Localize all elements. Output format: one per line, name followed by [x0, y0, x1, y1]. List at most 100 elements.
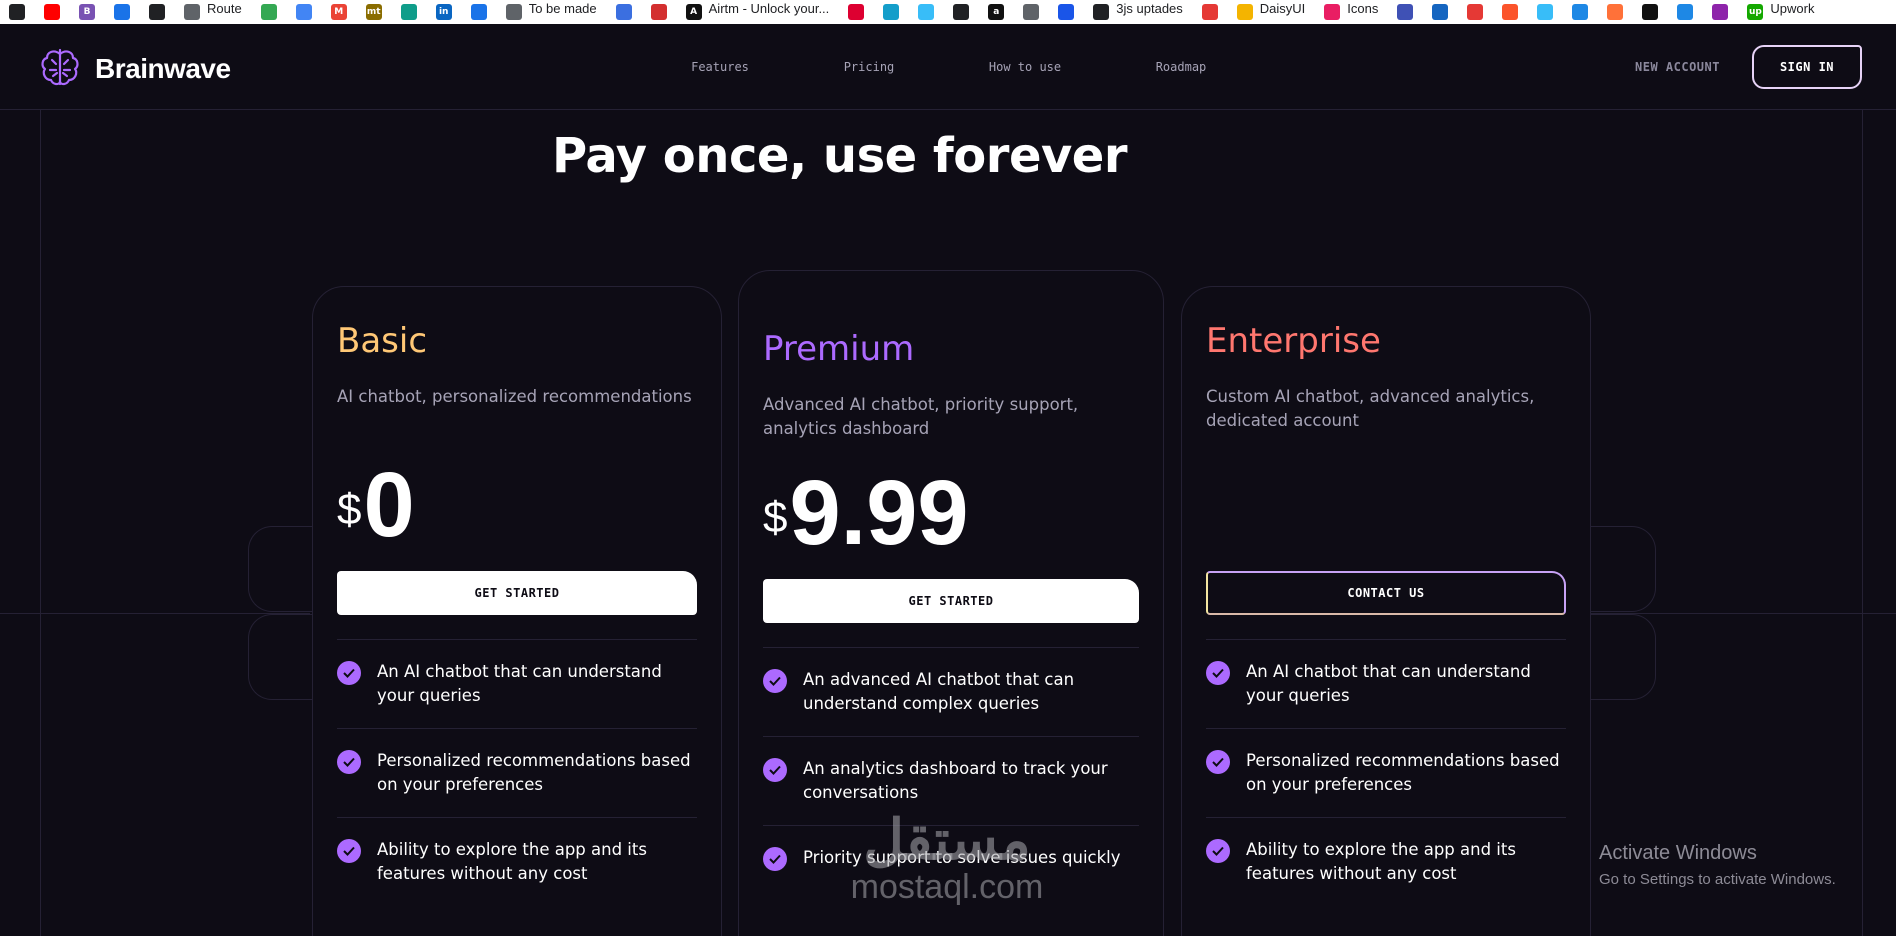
airtm-icon: A: [685, 4, 702, 20]
bulb-icon: [1236, 4, 1253, 20]
bookmark-item[interactable]: [462, 0, 497, 24]
purple-app-icon: [1712, 4, 1729, 20]
pricing-card-enterprise: Enterprise Custom AI chatbot, advanced a…: [1181, 286, 1591, 936]
feature-text: An advanced AI chatbot that can understa…: [803, 670, 1075, 713]
bookmark-item[interactable]: DaisyUI: [1228, 0, 1316, 24]
bookmark-item[interactable]: [909, 0, 944, 24]
check-icon: [1206, 661, 1230, 685]
bookmark-item[interactable]: in: [427, 0, 462, 24]
bookmark-item[interactable]: [1423, 0, 1458, 24]
get-started-button[interactable]: GET STARTED: [337, 571, 697, 615]
bookmark-item[interactable]: [35, 0, 70, 24]
bookmark-item[interactable]: 3js uptades: [1084, 0, 1193, 24]
tailwind-icon: [1537, 4, 1554, 20]
bookmark-item[interactable]: [1388, 0, 1423, 24]
feature-item: Ability to explore the app and its featu…: [1206, 817, 1566, 906]
app-icon: [615, 4, 632, 20]
nav-link-roadmap[interactable]: Roadmap: [1156, 60, 1207, 74]
get-started-button[interactable]: GET STARTED: [763, 579, 1139, 623]
contact-us-button[interactable]: CONTACT US: [1206, 571, 1566, 615]
folder-icon: [505, 4, 522, 20]
sparkle-icon: [295, 4, 312, 20]
nav-link-how-to-use[interactable]: How to use: [989, 60, 1061, 74]
bookmark-item[interactable]: [1014, 0, 1049, 24]
bookmark-item[interactable]: [1668, 0, 1703, 24]
plan-description: Custom AI chatbot, advanced analytics, d…: [1206, 387, 1535, 430]
feature-list: An AI chatbot that can understand your q…: [337, 639, 697, 906]
bookmark-item[interactable]: B: [70, 0, 105, 24]
plan-name: Enterprise: [1206, 321, 1381, 361]
sign-in-button[interactable]: SIGN IN: [1752, 45, 1862, 89]
spiral-icon: [1324, 4, 1341, 20]
bookmark-item[interactable]: [874, 0, 909, 24]
bookmark-item[interactable]: [607, 0, 642, 24]
bookmark-item[interactable]: [1049, 0, 1084, 24]
bookmark-item[interactable]: [392, 0, 427, 24]
bookmark-item[interactable]: Icons: [1315, 0, 1388, 24]
bookmark-item[interactable]: [1598, 0, 1633, 24]
bookmark-item[interactable]: a: [979, 0, 1014, 24]
plan-description: AI chatbot, personalized recommendations: [337, 387, 692, 406]
tailwind-icon: [918, 4, 935, 20]
bookmark-item[interactable]: [1703, 0, 1738, 24]
nav-link-features[interactable]: Features: [691, 60, 749, 74]
bookmark-item[interactable]: [1563, 0, 1598, 24]
bookmark-item[interactable]: [105, 0, 140, 24]
script-icon: [260, 4, 277, 20]
feature-text: An AI chatbot that can understand your q…: [377, 662, 662, 705]
bookmark-item[interactable]: [1528, 0, 1563, 24]
bookmark-item[interactable]: [1493, 0, 1528, 24]
bookmark-item[interactable]: [944, 0, 979, 24]
page-title: Pay once, use forever: [552, 128, 1128, 184]
bookmarks-bar: B Route Mmt in To be made A Airtm - Unlock you…: [0, 0, 1896, 24]
bookmark-item[interactable]: To be made: [497, 0, 607, 24]
bookmark-item[interactable]: up Upwork: [1738, 0, 1824, 24]
feature-item: Personalized recommendations based on yo…: [1206, 728, 1566, 817]
feature-text: An AI chatbot that can understand your q…: [1246, 662, 1531, 705]
bookmark-label: Route: [207, 0, 242, 16]
blue-badge-icon: [114, 4, 130, 20]
github-icon: [1093, 4, 1110, 20]
bootstrap-icon: B: [79, 4, 95, 20]
red-app-icon: [1201, 4, 1218, 20]
bookmark-item[interactable]: [839, 0, 874, 24]
new-account-link[interactable]: NEW ACCOUNT: [1635, 60, 1720, 74]
check-icon: [1206, 750, 1230, 774]
bookmark-item[interactable]: [0, 0, 35, 24]
main-nav: Features Pricing How to use Roadmap: [0, 60, 1896, 80]
price-currency: $: [763, 493, 788, 542]
plan-description: Advanced AI chatbot, priority support, a…: [763, 395, 1079, 438]
flag-icon: [470, 4, 487, 20]
angular-icon: [848, 4, 865, 20]
linkedin-icon: in: [435, 4, 452, 20]
upwork-icon: up: [1747, 4, 1764, 20]
bookmark-item[interactable]: M: [322, 0, 357, 24]
bookmark-item[interactable]: [252, 0, 287, 24]
youtube-icon: [44, 4, 60, 20]
bookmark-item[interactable]: Route: [175, 0, 252, 24]
amazon-icon: a: [988, 4, 1005, 20]
check-icon: [763, 669, 787, 693]
bookmark-item[interactable]: [1633, 0, 1668, 24]
plan-price: $ 0: [337, 459, 415, 551]
bookmark-item[interactable]: [642, 0, 677, 24]
nav-link-pricing[interactable]: Pricing: [844, 60, 895, 74]
plan-name: Premium: [763, 329, 915, 369]
bookmark-label: Airtm - Unlock your...: [708, 0, 830, 16]
bookmark-item[interactable]: [1193, 0, 1228, 24]
circle-icon: [953, 4, 970, 20]
check-icon: [763, 847, 787, 871]
activate-windows-notice: Activate Windows Go to Settings to activ…: [1599, 842, 1836, 888]
plan-name: Basic: [337, 321, 428, 361]
vercel-icon: [1642, 4, 1659, 20]
left-horizontal-line: [0, 613, 310, 614]
bookmark-item[interactable]: [140, 0, 175, 24]
feature-item: Ability to explore the app and its featu…: [337, 817, 697, 906]
bookmark-item[interactable]: A Airtm - Unlock your...: [677, 0, 840, 24]
price-amount: 9.99: [789, 462, 969, 564]
code-icon: [1467, 4, 1484, 20]
feature-item: An advanced AI chatbot that can understa…: [763, 647, 1139, 736]
bookmark-item[interactable]: [287, 0, 322, 24]
bookmark-item[interactable]: mt: [357, 0, 392, 24]
bookmark-item[interactable]: [1458, 0, 1493, 24]
